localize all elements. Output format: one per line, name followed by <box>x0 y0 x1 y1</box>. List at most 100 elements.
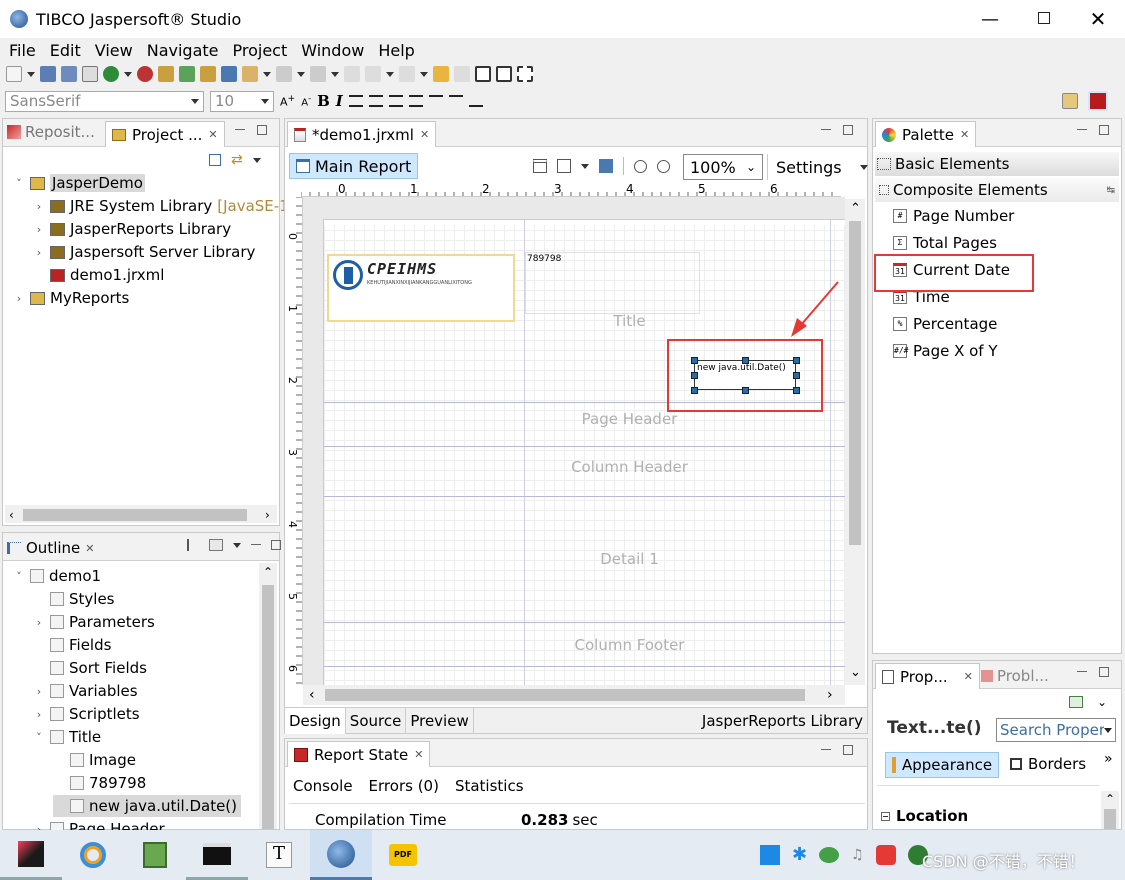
tab-problems[interactable]: Probl... <box>981 667 1049 685</box>
chevron-right-icon[interactable]: › <box>33 246 45 259</box>
close-icon[interactable]: ✕ <box>208 128 217 141</box>
font-family-select[interactable]: SansSerif <box>5 90 204 112</box>
close-icon[interactable]: ✕ <box>420 128 429 141</box>
compile-icon[interactable] <box>82 66 98 82</box>
tree-view-icon[interactable] <box>187 539 199 551</box>
redo-icon[interactable] <box>454 66 470 82</box>
run-icon[interactable] <box>103 66 119 82</box>
tab-demo1[interactable]: *demo1.jrxml ✕ <box>287 121 437 147</box>
save-icon[interactable] <box>40 66 56 82</box>
menu-navigate[interactable]: Navigate <box>140 41 226 60</box>
palette-group-composite[interactable]: Composite Elements ↹ <box>875 178 1119 202</box>
valign-middle-icon[interactable] <box>448 95 463 107</box>
chevron-right-icon[interactable]: › <box>33 616 45 629</box>
chevron-down-icon[interactable]: ˅ <box>13 570 25 583</box>
view-menu-icon[interactable]: ⌄ <box>1097 695 1107 709</box>
project-tree-item[interactable]: › MyReports <box>13 287 130 309</box>
back-icon[interactable] <box>344 66 360 82</box>
save-all-icon[interactable] <box>61 66 77 82</box>
minimize-view-icon[interactable] <box>821 749 831 751</box>
grow-font-icon[interactable]: A+ <box>280 93 295 109</box>
close-icon[interactable]: ✕ <box>414 748 423 761</box>
menu-file[interactable]: File <box>2 41 43 60</box>
outline-item[interactable]: Image <box>53 749 136 771</box>
outline-item[interactable]: ˅ Title <box>33 726 101 748</box>
maximize-view-icon[interactable] <box>271 540 281 550</box>
chevron-right-icon[interactable]: › <box>13 292 25 305</box>
project-tree-item[interactable]: › Jaspersoft Server Library <box>33 241 256 263</box>
chevron-down-icon[interactable]: ˅ <box>33 731 45 744</box>
maximize-view-icon[interactable] <box>843 125 853 135</box>
palette-item[interactable]: % Percentage <box>893 315 997 333</box>
scroll-left-icon[interactable]: ‹ <box>309 687 315 703</box>
outline-item[interactable]: › Parameters <box>33 611 155 633</box>
section-location[interactable]: Location <box>881 807 968 825</box>
maximize-view-icon[interactable] <box>1099 667 1109 677</box>
vertical-scrollbar[interactable]: ⌃ <box>259 563 277 829</box>
chevron-down-icon[interactable] <box>263 71 271 77</box>
chevron-down-icon[interactable] <box>581 163 589 169</box>
preview-icon[interactable] <box>599 159 613 173</box>
project-tree-item[interactable]: › JasperReports Library <box>33 218 231 240</box>
tray-app-icon[interactable] <box>875 844 896 865</box>
publish-icon[interactable] <box>221 66 237 82</box>
taskbar-app-terminal[interactable] <box>186 830 248 880</box>
scroll-right-icon[interactable]: › <box>827 687 833 703</box>
align-right-icon[interactable] <box>388 95 403 107</box>
taskbar-app-jaspersoft[interactable] <box>310 830 372 880</box>
distribute-icon[interactable] <box>310 66 326 82</box>
chevron-down-icon[interactable] <box>27 71 35 77</box>
chevron-down-icon[interactable] <box>420 71 428 77</box>
tools-icon[interactable] <box>242 66 258 82</box>
tab-appearance[interactable]: Appearance <box>885 752 1000 778</box>
outline-item[interactable]: 789798 <box>53 772 146 794</box>
palette-item[interactable]: # Page Number <box>893 207 1014 225</box>
tab-properties[interactable]: Prop... ✕ <box>875 663 980 689</box>
grid-icon[interactable] <box>517 66 533 82</box>
canvas-vertical-scrollbar[interactable]: ⌃ ⌄ <box>845 199 865 685</box>
maximize-button[interactable] <box>1017 10 1071 28</box>
menu-project[interactable]: Project <box>226 41 295 60</box>
tray-wechat-icon[interactable] <box>819 846 840 863</box>
arrow-right-icon[interactable] <box>399 66 415 82</box>
arrow-left-icon[interactable] <box>365 66 381 82</box>
project-tree-item[interactable]: demo1.jrxml <box>33 264 164 286</box>
close-icon[interactable]: ✕ <box>85 542 94 555</box>
taskbar-app-browser[interactable] <box>62 830 124 880</box>
tab-statistics[interactable]: Statistics <box>455 777 524 795</box>
canvas-horizontal-scrollbar[interactable]: ‹ › <box>303 685 845 705</box>
zoom-out-icon[interactable] <box>657 159 670 173</box>
search-properties-input[interactable]: Search Proper <box>996 718 1116 742</box>
view-menu-icon[interactable] <box>233 542 241 548</box>
properties-scrollbar[interactable]: ⌃ <box>1101 791 1119 829</box>
zoom-select[interactable]: 100% ⌄ <box>683 154 763 180</box>
font-size-select[interactable]: 10 <box>210 90 274 112</box>
tray-p-icon[interactable] <box>760 844 780 865</box>
chevron-down-icon[interactable] <box>386 71 394 77</box>
taskbar-app-intellij[interactable] <box>0 830 62 880</box>
chevron-right-icon[interactable]: › <box>33 200 45 213</box>
tab-borders[interactable]: Borders <box>1010 755 1086 773</box>
bold-button[interactable]: B <box>317 92 330 110</box>
minimize-view-icon[interactable] <box>1077 671 1087 673</box>
report-design-perspective-icon[interactable] <box>1088 91 1108 111</box>
dataset-icon[interactable] <box>557 159 571 173</box>
chevron-right-icon[interactable]: › <box>33 223 45 236</box>
chevron-right-icon[interactable]: › <box>33 685 45 698</box>
taskbar-app-notepad[interactable] <box>124 830 186 880</box>
menu-edit[interactable]: Edit <box>43 41 88 60</box>
tab-source[interactable]: Source <box>346 707 407 734</box>
static-text-element[interactable]: 789798 <box>525 252 700 314</box>
palette-item[interactable]: Σ Total Pages <box>893 234 997 252</box>
layout-icon[interactable] <box>475 66 491 82</box>
design-canvas[interactable]: CPEIHMS KEHUTIJIANXINXIJIANKANGGUANLIXIT… <box>303 197 845 685</box>
taskbar-app-pdf[interactable]: PDF <box>372 830 434 880</box>
collapse-icon[interactable]: ↹ <box>1107 185 1115 196</box>
chevron-down-icon[interactable] <box>124 71 132 77</box>
chevron-down-icon[interactable]: ˅ <box>13 177 25 190</box>
close-button[interactable]: ✕ <box>1071 7 1125 31</box>
tray-sound-icon[interactable]: ♫ <box>851 847 864 863</box>
outline-item[interactable]: new java.util.Date() <box>53 795 242 817</box>
project-tree-item[interactable]: ˅ JasperDemo <box>13 172 145 194</box>
collapse-all-icon[interactable] <box>209 154 221 166</box>
